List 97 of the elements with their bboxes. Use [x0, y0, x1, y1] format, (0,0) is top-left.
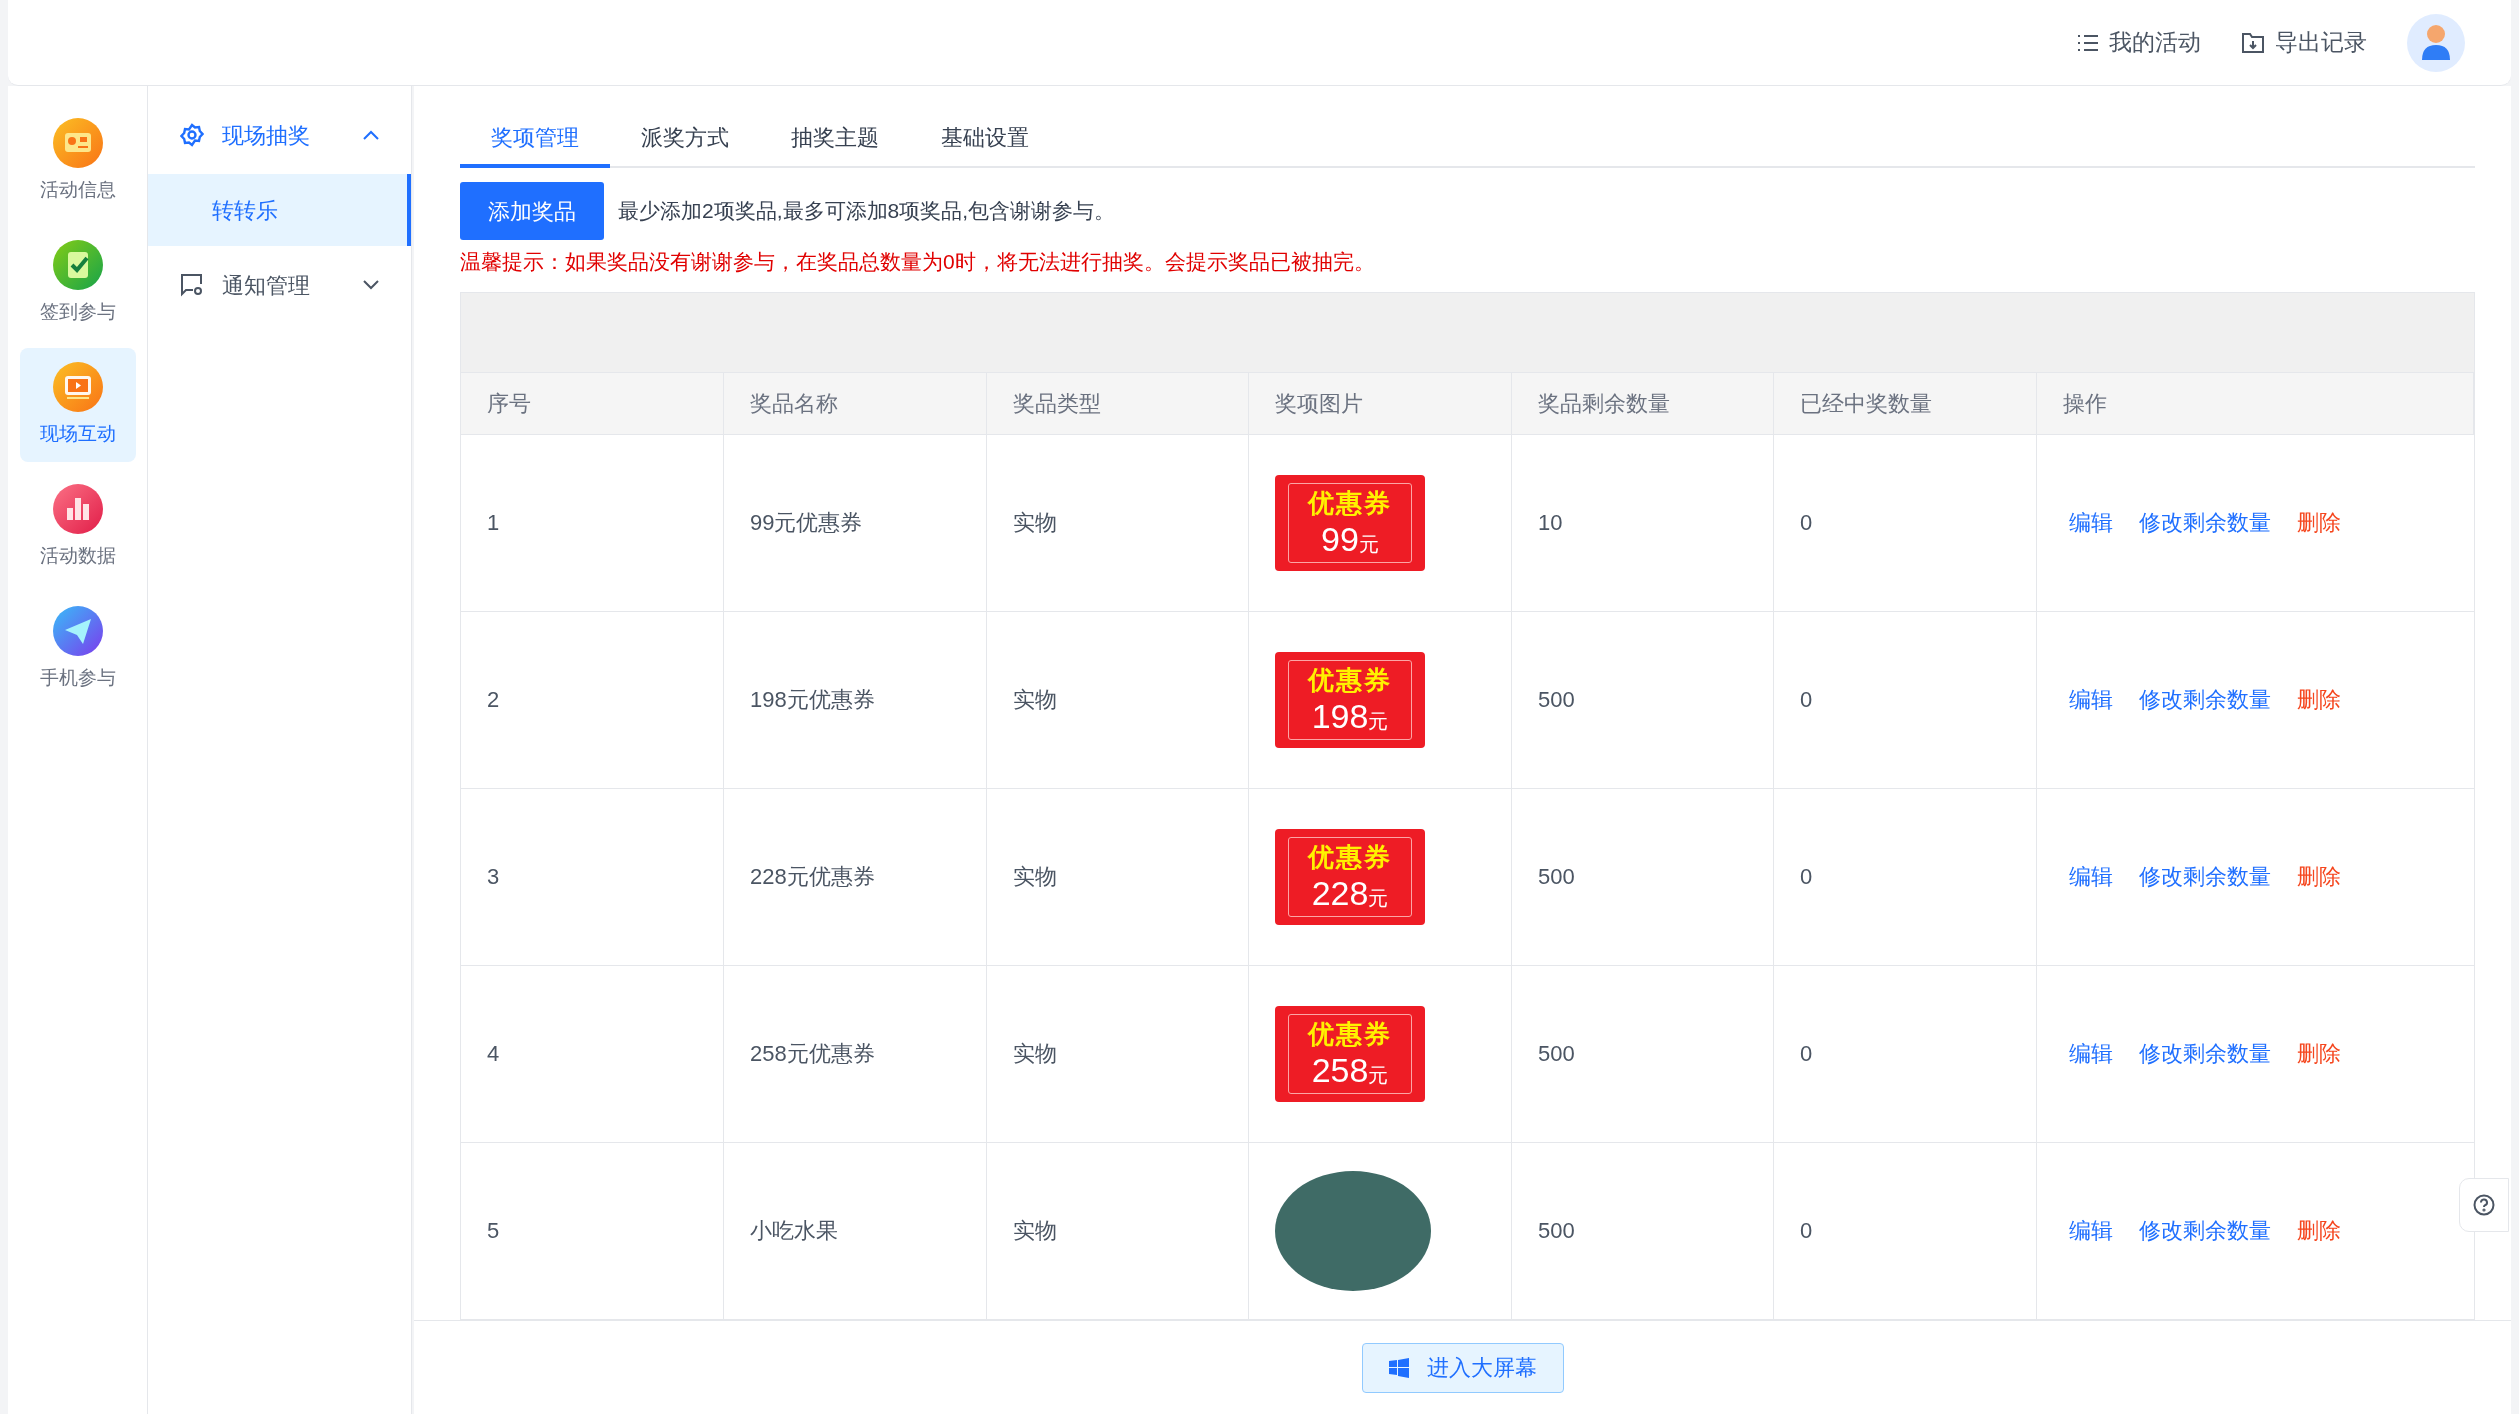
table-cell: 小吃水果	[724, 1142, 987, 1319]
rail-label: 现场互动	[39, 421, 116, 446]
edit-link[interactable]: 编辑	[2069, 860, 2113, 893]
rail-label: 活动信息	[39, 177, 116, 202]
table-cell: 500	[1512, 788, 1774, 965]
delete-link[interactable]: 删除	[2297, 860, 2341, 893]
table-cell: 0	[1774, 434, 2037, 611]
table-cell: 2	[461, 611, 724, 788]
table-cell: 500	[1512, 965, 1774, 1142]
coupon-unit: 元	[1358, 533, 1379, 554]
windows-icon	[1388, 1357, 1409, 1378]
table-cell: 实物	[987, 965, 1249, 1142]
table-cell: 实物	[987, 1142, 1249, 1319]
prize-count-note: 最少添加2项奖品,最多可添加8项奖品,包含谢谢参与。	[618, 198, 1116, 225]
rail-label: 活动数据	[39, 543, 116, 568]
tab[interactable]: 基础设置	[910, 110, 1060, 168]
modify-quantity-link[interactable]: 修改剩余数量	[2139, 1214, 2271, 1247]
id-card-icon	[52, 117, 103, 168]
message-gear-icon	[180, 273, 204, 297]
big-screen-button[interactable]: 进入大屏幕	[1361, 1342, 1564, 1393]
rail-item[interactable]: 活动数据	[19, 470, 136, 584]
coupon-amount: 198	[1311, 698, 1369, 733]
column-header: 奖品类型	[987, 372, 1249, 434]
coupon-title: 优惠券	[1308, 843, 1392, 870]
coupon-unit: 元	[1368, 887, 1389, 908]
rail-label: 签到参与	[39, 299, 116, 324]
table-cell: 实物	[987, 611, 1249, 788]
rail-item[interactable]: 手机参与	[19, 592, 136, 706]
column-header: 奖项图片	[1249, 372, 1512, 434]
column-header: 序号	[461, 372, 724, 434]
table-cell: 0	[1774, 611, 2037, 788]
table-cell: 500	[1512, 611, 1774, 788]
folder-download-icon	[2241, 31, 2265, 54]
warning-text: 温馨提示：如果奖品没有谢谢参与，在奖品总数量为0时，将无法进行抽奖。会提示奖品已被抽完。	[460, 249, 1376, 275]
table-cell: 1	[461, 434, 724, 611]
help-button[interactable]	[2459, 1178, 2509, 1232]
modify-quantity-link[interactable]: 修改剩余数量	[2139, 683, 2271, 716]
table-cell: 10	[1512, 434, 1774, 611]
menu-item[interactable]: 转转乐	[148, 174, 411, 246]
delete-link[interactable]: 删除	[2297, 1214, 2341, 1247]
coupon-title: 优惠券	[1308, 489, 1392, 516]
coupon-amount: 99	[1321, 521, 1359, 556]
bar-chart-icon	[52, 483, 103, 534]
table-cell: 3	[461, 788, 724, 965]
tab[interactable]: 派奖方式	[610, 110, 760, 168]
menu-group-label: 通知管理	[222, 271, 311, 300]
help-icon	[2473, 1194, 2495, 1216]
menu-group[interactable]: 通知管理	[148, 246, 411, 324]
table-cell: 0	[1774, 965, 2037, 1142]
delete-link[interactable]: 删除	[2297, 1037, 2341, 1070]
modify-quantity-link[interactable]: 修改剩余数量	[2139, 860, 2271, 893]
gear-icon	[180, 123, 204, 147]
table-cell: 4	[461, 965, 724, 1142]
menu-group-label: 现场抽奖	[222, 121, 311, 150]
edit-link[interactable]: 编辑	[2069, 506, 2113, 539]
table-cell: 实物	[987, 788, 1249, 965]
table-cell: 99元优惠券	[724, 434, 987, 611]
edit-link[interactable]: 编辑	[2069, 1214, 2113, 1247]
table-cell: 500	[1512, 1142, 1774, 1319]
modify-quantity-link[interactable]: 修改剩余数量	[2139, 506, 2271, 539]
column-header: 奖品剩余数量	[1512, 372, 1774, 434]
table-cell: 0	[1774, 788, 2037, 965]
coupon-title: 优惠券	[1308, 666, 1392, 693]
delete-link[interactable]: 删除	[2297, 506, 2341, 539]
coupon-amount: 228	[1311, 875, 1369, 910]
tab[interactable]: 奖项管理	[460, 110, 610, 168]
paper-plane-icon	[52, 605, 103, 656]
tab[interactable]: 抽奖主题	[760, 110, 910, 168]
edit-link[interactable]: 编辑	[2069, 683, 2113, 716]
delete-link[interactable]: 删除	[2297, 683, 2341, 716]
rail-item[interactable]: 活动信息	[19, 104, 136, 218]
clipboard-check-icon	[52, 239, 103, 290]
export-link[interactable]: 导出记录	[2241, 25, 2367, 60]
list-icon	[2077, 33, 2099, 52]
table-cell: 0	[1774, 1142, 2037, 1319]
coupon-amount: 258	[1311, 1052, 1369, 1087]
add-prize-button[interactable]: 添加奖品	[460, 182, 604, 240]
edit-link[interactable]: 编辑	[2069, 1037, 2113, 1070]
coupon-title: 优惠券	[1308, 1020, 1392, 1047]
screen-play-icon	[52, 361, 103, 412]
rail-item[interactable]: 现场互动	[19, 348, 136, 462]
coupon-unit: 元	[1368, 1064, 1389, 1085]
column-header: 奖品名称	[724, 372, 987, 434]
rail-item[interactable]: 签到参与	[19, 226, 136, 340]
table-cell: 5	[461, 1142, 724, 1319]
my-activities-link[interactable]: 我的活动	[2077, 25, 2201, 60]
menu-group[interactable]: 现场抽奖	[148, 96, 411, 174]
column-header: 操作	[2037, 372, 2474, 434]
rail-label: 手机参与	[39, 665, 116, 690]
coupon-unit: 元	[1368, 710, 1389, 731]
modify-quantity-link[interactable]: 修改剩余数量	[2139, 1037, 2271, 1070]
user-silhouette-icon	[2419, 23, 2453, 62]
column-header: 已经中奖数量	[1774, 372, 2037, 434]
table-cell: 实物	[987, 434, 1249, 611]
table-cell: 258元优惠券	[724, 965, 987, 1142]
table-cell: 228元优惠券	[724, 788, 987, 965]
table-cell: 198元优惠券	[724, 611, 987, 788]
